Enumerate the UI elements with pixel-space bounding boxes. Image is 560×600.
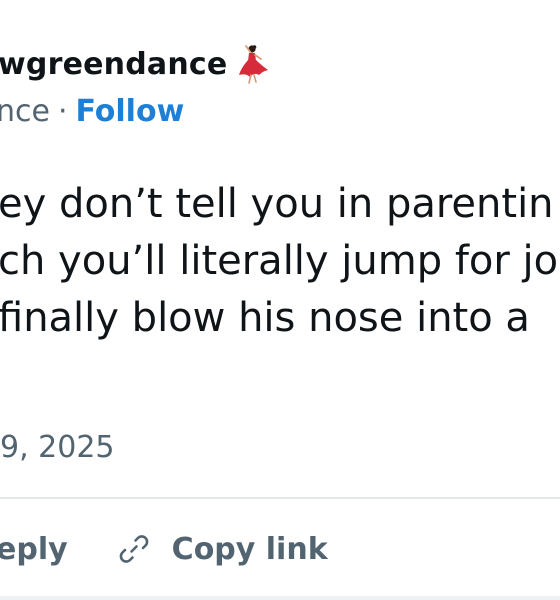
- tweet-card: wgreendance nce · Follow ey don’t tell y…: [0, 0, 560, 600]
- author-handle[interactable]: nce: [0, 94, 50, 129]
- tweet-timestamp[interactable]: 9, 2025: [0, 430, 115, 465]
- dancer-icon: [237, 44, 271, 84]
- author-meta: nce · Follow: [0, 94, 184, 129]
- tweet-line: ey don’t tell you in parentin: [0, 181, 554, 227]
- action-bar: eply Copy link: [0, 524, 328, 574]
- author-row: wgreendance: [0, 44, 271, 84]
- reply-button[interactable]: eply: [0, 532, 68, 567]
- divider: [0, 497, 560, 499]
- tweet-line: finally blow his nose into a: [0, 295, 530, 341]
- link-icon: [116, 531, 152, 567]
- tweet-body: ey don’t tell you in parentin ch you’ll …: [0, 176, 558, 347]
- copy-link-button[interactable]: Copy link: [116, 531, 328, 567]
- author-name[interactable]: wgreendance: [0, 47, 227, 82]
- follow-button[interactable]: Follow: [76, 94, 185, 129]
- reply-label: eply: [0, 531, 68, 567]
- bottom-divider: [0, 596, 560, 600]
- copy-link-label: Copy link: [171, 531, 328, 567]
- meta-separator: ·: [57, 94, 68, 129]
- tweet-line: ch you’ll literally jump for jo: [0, 238, 559, 284]
